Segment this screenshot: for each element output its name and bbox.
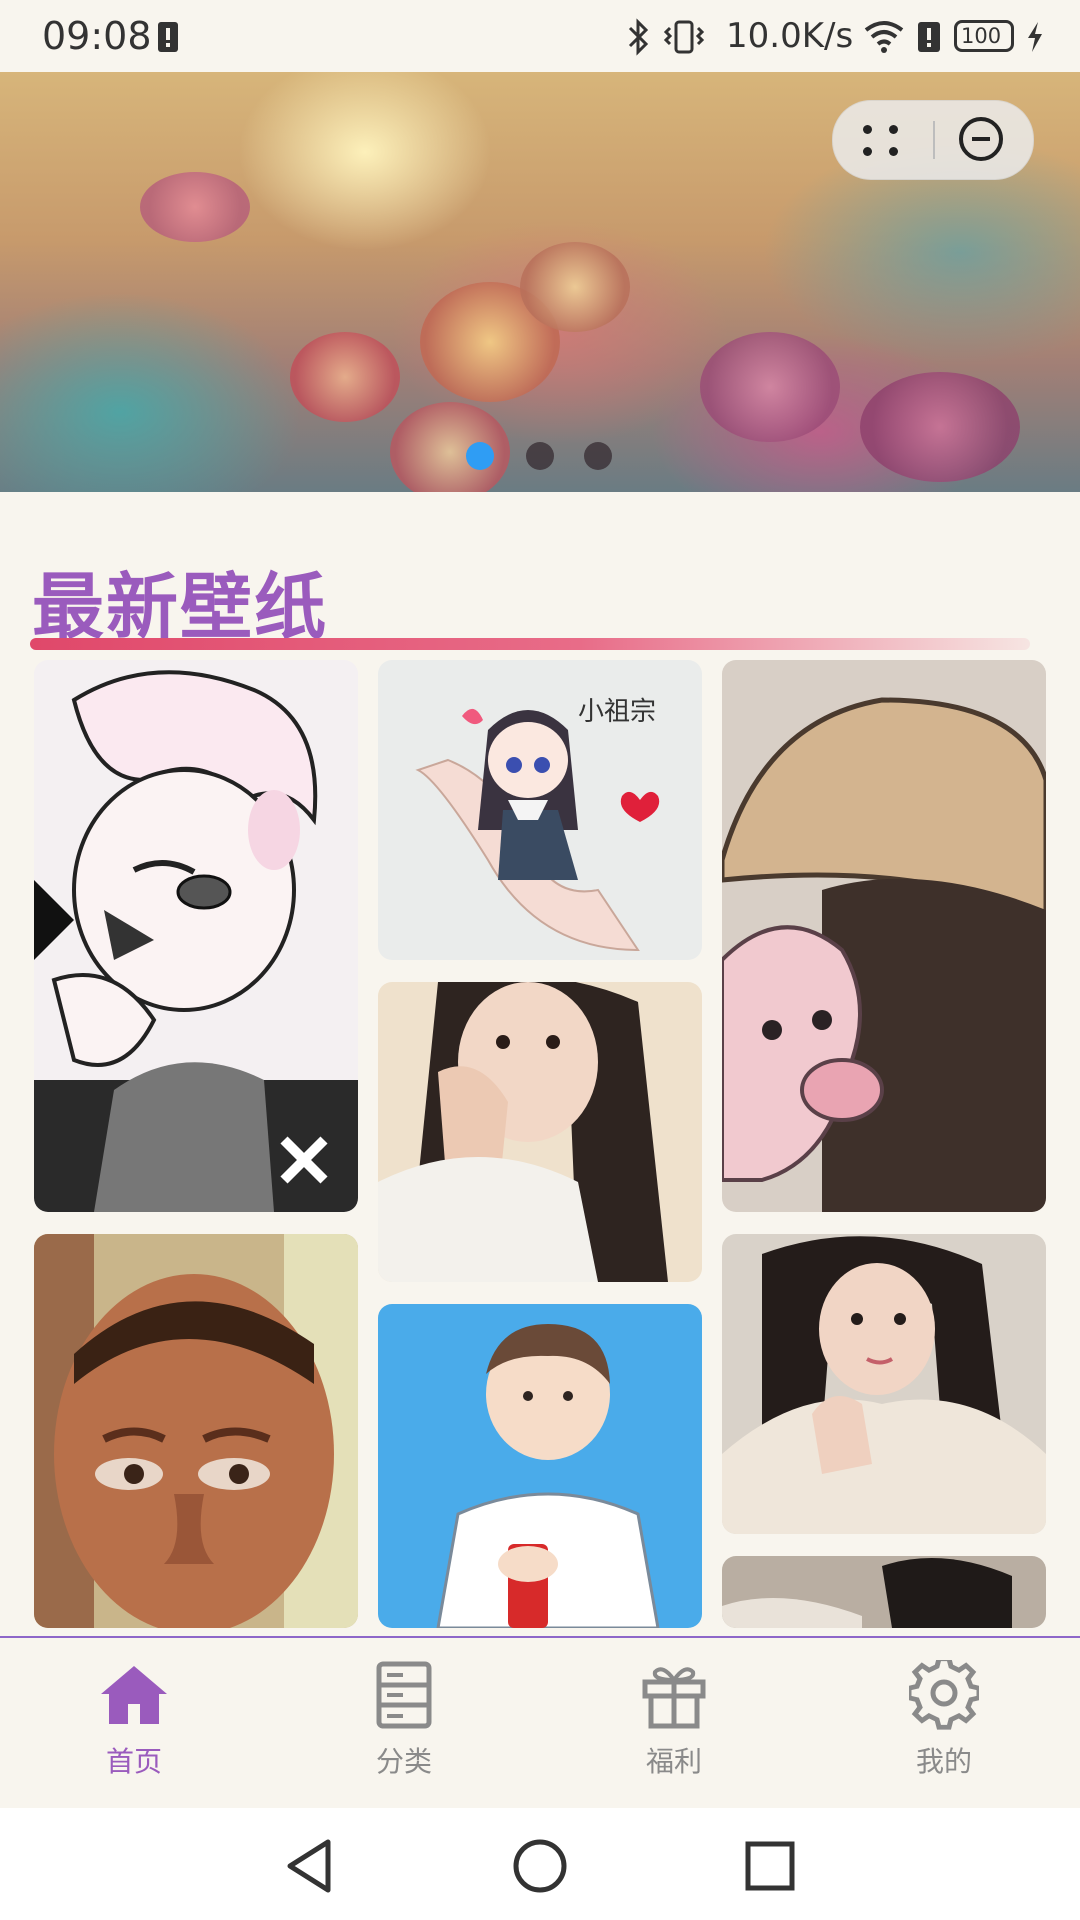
hoodie-girl-photo [722, 1234, 1046, 1534]
wallpaper-card[interactable] [378, 1304, 702, 1628]
tab-category[interactable]: 分类 [304, 1648, 504, 1798]
tab-welfare-label: 福利 [645, 1745, 702, 1778]
recents-icon[interactable] [740, 1836, 800, 1896]
banner-carousel[interactable] [0, 72, 1080, 492]
back-icon[interactable] [280, 1836, 340, 1896]
settings-gear-icon [909, 1660, 979, 1730]
tab-home-label: 首页 [105, 1745, 162, 1778]
charging-icon [1028, 22, 1042, 52]
manga-boy-image [34, 660, 358, 1212]
wallpaper-card[interactable] [722, 1234, 1046, 1534]
category-icon [376, 1661, 432, 1729]
system-nav-bar [0, 1808, 1080, 1920]
battery-level: 100 [961, 24, 1002, 48]
vibrate-icon [663, 20, 705, 54]
long-hair-girl-photo [378, 982, 702, 1282]
tab-mine-label: 我的 [915, 1745, 972, 1778]
wallpaper-card[interactable]: 小祖宗 [378, 660, 702, 960]
close-circle-icon[interactable] [959, 117, 1003, 161]
wallpaper-card[interactable] [34, 660, 358, 1212]
title-underline [30, 638, 1030, 650]
more-dots-icon[interactable] [859, 121, 907, 161]
tab-welfare[interactable]: 福利 [574, 1648, 774, 1798]
bottom-nav: 首页 分类 福利 我的 [0, 1636, 1080, 1810]
dark-hair-photo [722, 1556, 1046, 1628]
tab-mine[interactable]: 我的 [844, 1648, 1044, 1798]
battery-icon: 100 [954, 20, 1014, 52]
sim-alert-icon [158, 22, 178, 52]
bald-man-photo [34, 1234, 358, 1628]
wallpaper-card[interactable] [34, 1234, 358, 1628]
home-icon [101, 1666, 167, 1724]
status-bar: 09:08 10.0K/s 100 [0, 0, 1080, 72]
wallpaper-card[interactable] [378, 982, 702, 1282]
gift-icon [642, 1667, 706, 1729]
wallpaper-grid: 小祖宗 [0, 660, 1080, 1628]
carousel-indicator[interactable] [584, 442, 612, 470]
carousel-indicator[interactable] [526, 442, 554, 470]
wifi-icon [864, 21, 904, 53]
carousel-indicator-active[interactable] [466, 442, 494, 470]
wallpaper-card[interactable] [722, 1556, 1046, 1628]
home-circle-icon[interactable] [510, 1836, 570, 1896]
bluetooth-icon [628, 18, 649, 56]
cartoon-boy-image [378, 1304, 702, 1628]
hat-girl-image [722, 660, 1046, 1212]
network-speed: 10.0K/s [726, 16, 854, 56]
tab-category-label: 分类 [375, 1745, 432, 1778]
chibi-girl-image: 小祖宗 [378, 660, 702, 960]
mini-program-capsule [832, 100, 1034, 180]
capsule-divider [933, 121, 935, 159]
sim-alert-icon [918, 22, 940, 52]
wallpaper-card[interactable] [722, 660, 1046, 1212]
status-time: 09:08 [42, 14, 152, 58]
chibi-caption: 小祖宗 [578, 697, 656, 727]
tab-home[interactable]: 首页 [34, 1648, 234, 1798]
